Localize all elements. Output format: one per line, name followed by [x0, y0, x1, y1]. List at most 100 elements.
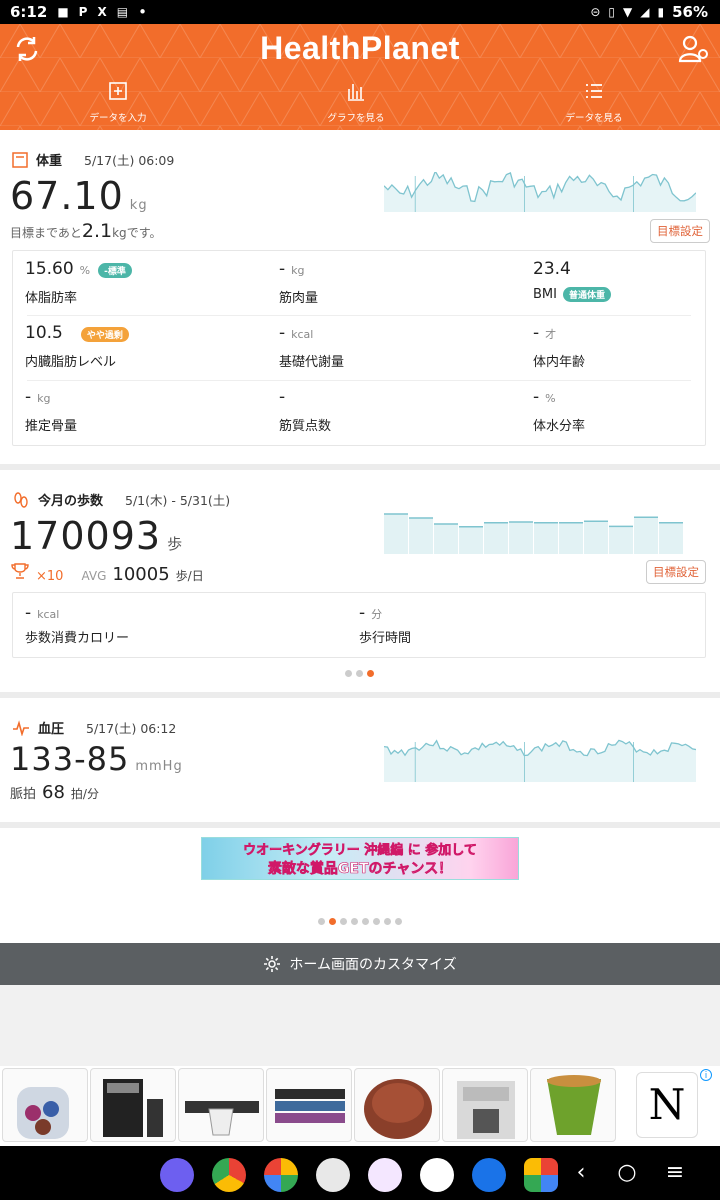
metric-label-row: 体水分率	[533, 415, 585, 434]
page-dot[interactable]	[373, 918, 380, 925]
app-drawer-icon[interactable]	[524, 1158, 558, 1192]
weight-goal-button[interactable]: 目標設定	[650, 219, 710, 243]
camera-app-icon[interactable]	[316, 1158, 350, 1192]
banner-line-2: 素敵な賞品GETのチャンス！	[267, 861, 453, 878]
banner-line-1: ウオーキングラリー 沖縄編 に 参加して	[243, 843, 477, 859]
pulse-icon	[13, 719, 29, 736]
facebook-icon: ■	[57, 5, 69, 19]
steps-bar	[634, 517, 658, 554]
bp-title: 血圧	[38, 722, 65, 737]
metric-label-row: 内臓脂肪レベル	[25, 351, 116, 370]
bp-value: 133-85	[10, 740, 130, 778]
back-button[interactable]: ‹	[566, 1160, 596, 1185]
home-button[interactable]: ○	[612, 1160, 642, 1185]
photos-app-icon[interactable]	[264, 1158, 298, 1192]
goal-unit: kg	[112, 226, 127, 240]
page-dot[interactable]	[318, 918, 325, 925]
battery-icon: ▮	[657, 5, 665, 19]
ad-product-cup[interactable]	[178, 1068, 264, 1142]
maps-app-icon[interactable]	[420, 1158, 454, 1192]
ad-strip[interactable]	[0, 1066, 720, 1144]
metric-value-row: - kcal	[279, 323, 529, 343]
weight-metrics-grid: 15.60% -標準 体脂肪率 - kg 筋肉量 23.4 BMI 普通体重 10.5 やや過剰 内臓…	[12, 250, 706, 446]
news-icon: ▤	[116, 5, 129, 19]
metric-label: 体脂肪率	[25, 291, 78, 306]
gear-icon	[264, 956, 281, 972]
ad-info-icon[interactable]: i	[700, 1069, 712, 1081]
ad-product-capsule-jar[interactable]	[2, 1068, 88, 1142]
ad-product-machine[interactable]	[90, 1068, 176, 1142]
chrome-app-icon[interactable]	[212, 1158, 246, 1192]
steps-metrics: - kcal 歩数消費カロリー -分 歩行時間	[12, 592, 706, 658]
metric-unit: kcal	[37, 608, 60, 621]
tab-input-data[interactable]: データを入力	[48, 80, 188, 125]
weight-metric: -% 体水分率	[533, 387, 720, 447]
page-dot[interactable]	[395, 918, 402, 925]
metric-label: 体水分率	[533, 419, 586, 434]
steps-value: 170093	[10, 514, 162, 558]
metric-unit: %	[545, 392, 556, 405]
tab-view-data[interactable]: データを見る	[524, 80, 664, 125]
page-dot[interactable]	[340, 918, 347, 925]
recents-button[interactable]: ≡	[660, 1160, 690, 1185]
tab-view-graph[interactable]: グラフを見る	[286, 80, 426, 125]
page-dot[interactable]	[356, 670, 363, 677]
steps-page-indicator[interactable]	[345, 670, 374, 677]
steps-period: 5/1(木) - 5/31(土)	[125, 493, 231, 508]
steps-bar-chart	[384, 513, 683, 554]
metric-label: 歩行時間	[359, 631, 412, 646]
page-dot[interactable]	[384, 918, 391, 925]
steps-bar	[534, 522, 558, 554]
x-icon: X	[97, 5, 107, 19]
link-icon: ⊝	[590, 5, 601, 19]
page-dot[interactable]	[351, 918, 358, 925]
page-dot[interactable]	[362, 918, 369, 925]
gemini-app-icon[interactable]	[368, 1158, 402, 1192]
page-dot[interactable]	[345, 670, 352, 677]
steps-bar	[584, 521, 608, 554]
pulse-value: 68	[42, 782, 65, 803]
steps-bar	[659, 522, 683, 554]
banner-page-indicator[interactable]	[318, 918, 402, 925]
goal-value: 2.1	[81, 220, 113, 242]
weight-sparkline	[384, 172, 696, 212]
weight-card[interactable]: 体重 5/17(土) 06:09 67.10 kg 目標まであと2.1kgです。 …	[0, 130, 720, 464]
metric-value-row: 10.5 やや過剰	[25, 323, 275, 343]
steps-card[interactable]: 今月の歩数 5/1(木) - 5/31(土) 170093 歩 ×10 AVG 1…	[0, 470, 720, 692]
messages-app-icon[interactable]	[160, 1158, 194, 1192]
account-settings-icon[interactable]	[678, 34, 708, 64]
metric-label: 推定骨量	[25, 419, 78, 434]
tab-view-graph-label: グラフを見る	[327, 113, 385, 124]
metric-value: 15.60	[25, 259, 74, 279]
bp-value-row: 133-85 mmHg	[10, 740, 183, 778]
metric-label-row: 体脂肪率	[25, 287, 77, 306]
metric-label-row: 体内年齢	[533, 351, 585, 370]
customize-home-button[interactable]: ホーム画面のカスタマイズ	[0, 943, 720, 985]
trophy-icon	[11, 563, 29, 579]
avg-unit: 歩/日	[175, 569, 204, 583]
bar-chart-icon	[348, 84, 364, 101]
status-bar: 6:12 ■ P X ▤ • ⊝ ▯ ▼ ◢ ▮ 56%	[0, 0, 720, 24]
ad-product-capsule[interactable]	[354, 1068, 440, 1142]
steps-goal-button[interactable]: 目標設定	[646, 560, 706, 584]
blood-pressure-card[interactable]: 血圧 5/17(土) 06:12 133-85 mmHg 脈拍 68 拍/分	[0, 698, 720, 822]
nespresso-logo[interactable]: N	[636, 1072, 698, 1138]
refresh-icon[interactable]	[12, 34, 42, 64]
walking-rally-banner[interactable]: ウオーキングラリー 沖縄編 に 参加して 素敵な賞品GETのチャンス！	[201, 837, 519, 880]
ad-product-sleeves[interactable]	[266, 1068, 352, 1142]
metric-value: -	[279, 387, 286, 407]
ad-product-green-cup[interactable]	[530, 1068, 616, 1142]
metric-value-row: 23.4	[533, 259, 720, 279]
pulse-label: 脈拍	[10, 787, 37, 802]
metric-label-row: BMI 普通体重	[533, 287, 611, 302]
empty-area	[0, 985, 720, 1066]
page-dot-active[interactable]	[367, 670, 374, 677]
metric-unit: kg	[291, 264, 305, 277]
ad-product-espresso-machine[interactable]	[442, 1068, 528, 1142]
settings-app-icon[interactable]	[472, 1158, 506, 1192]
weight-unit: kg	[129, 198, 148, 213]
page-dot-active[interactable]	[329, 918, 336, 925]
goal-suffix: です。	[126, 226, 162, 240]
metric-label-row: 基礎代謝量	[279, 351, 344, 370]
metric-value: -	[533, 387, 540, 407]
